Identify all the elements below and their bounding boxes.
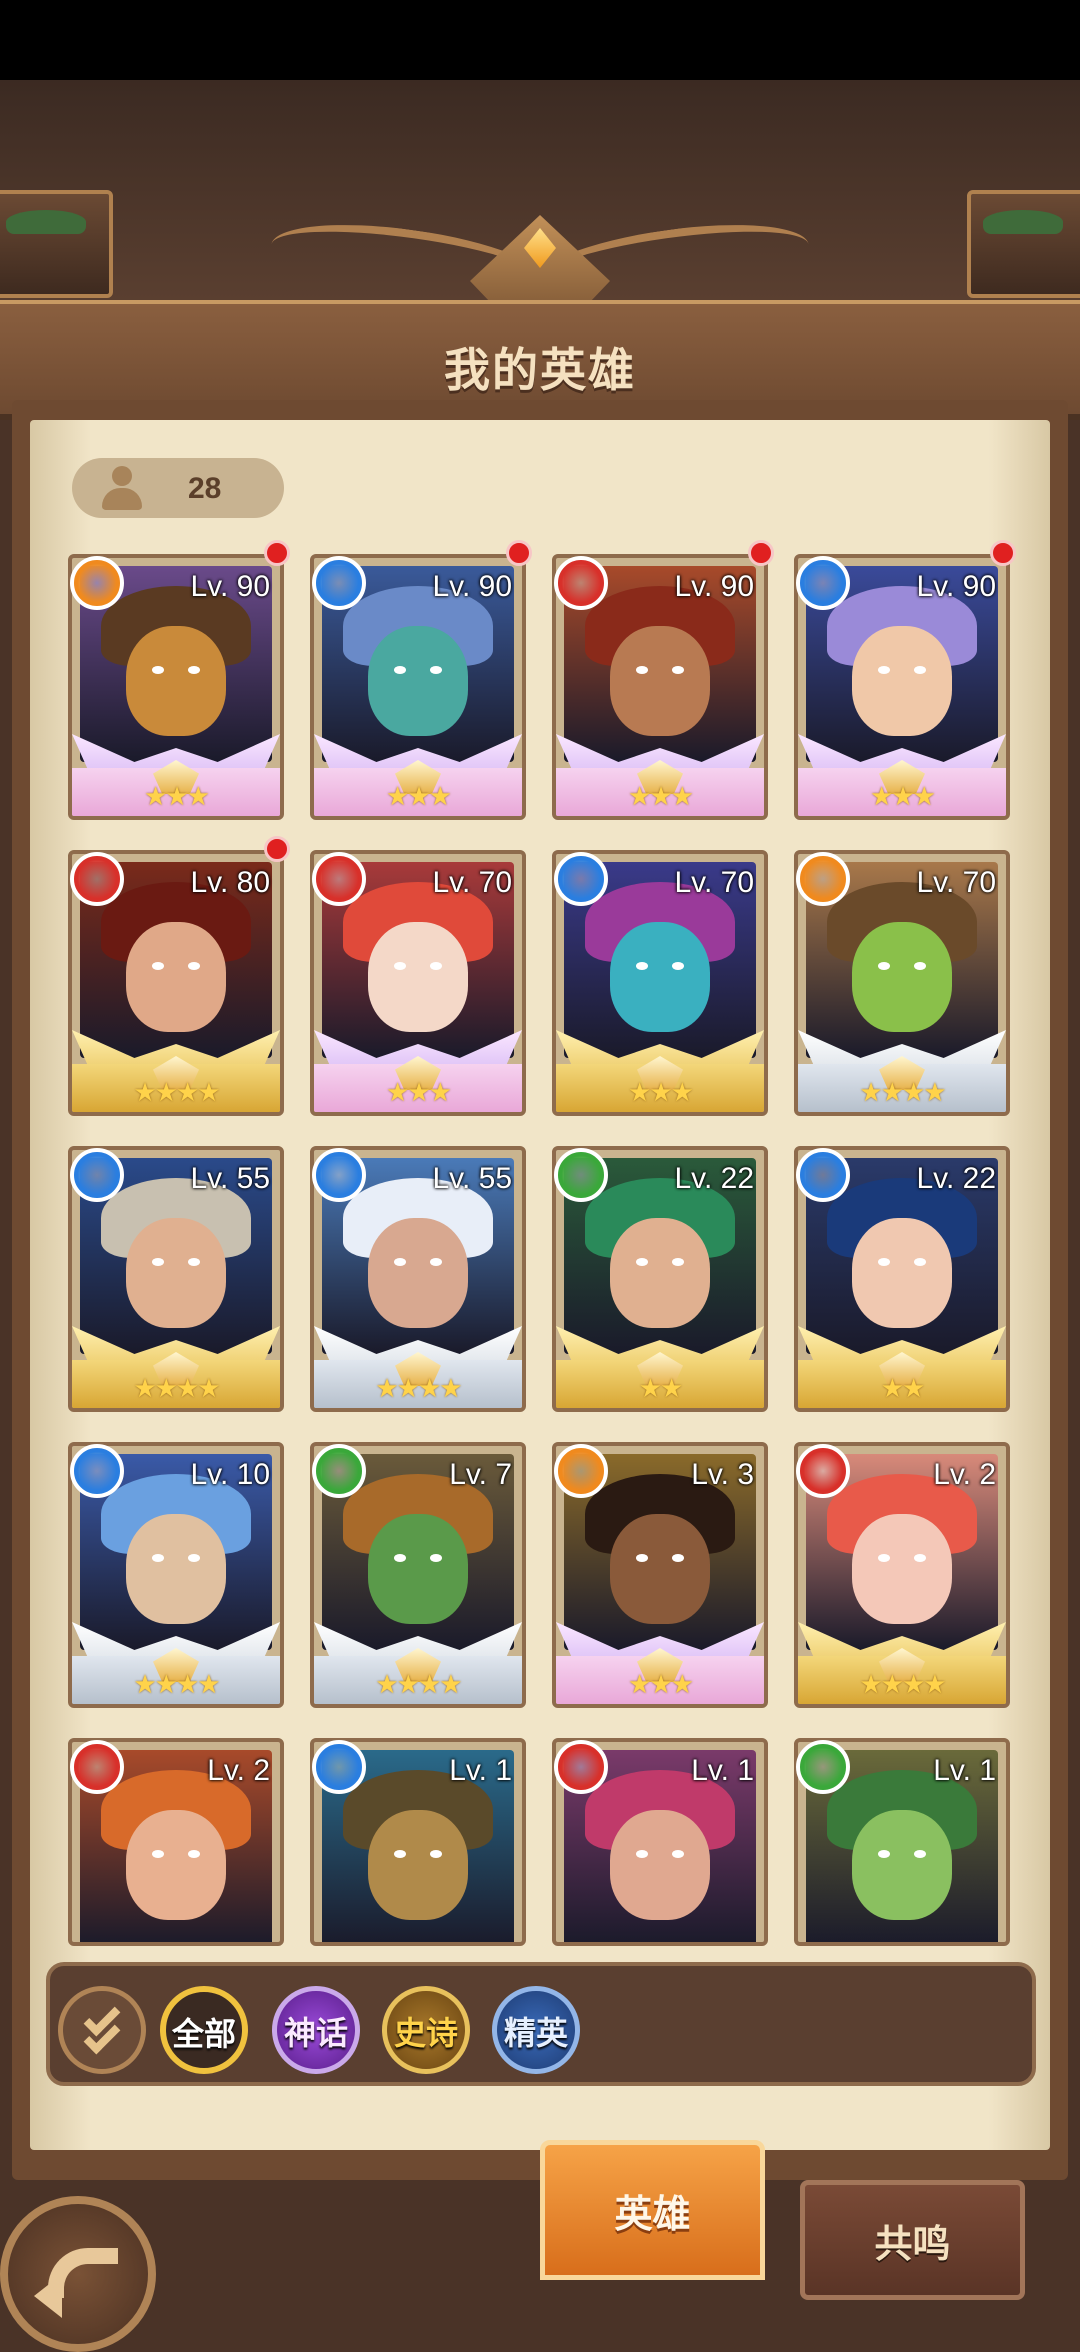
hero-stars: ★★★ [628,781,694,811]
element-icon [70,852,124,906]
hero-level: Lv. 70 [674,866,755,899]
filter-elite-button[interactable]: 精英 [492,1986,580,2074]
notification-dot [264,540,290,566]
hero-level: Lv. 90 [190,570,271,603]
element-icon [554,1148,608,1202]
hero-stars: ★★★★ [859,1077,946,1107]
hero-stars: ★★★ [386,1077,452,1107]
element-icon [70,556,124,610]
hero-stars: ★★★ [144,781,210,811]
filter-all-button[interactable]: 全部 [160,1986,248,2074]
hero-level: Lv. 70 [916,866,997,899]
element-icon [70,1740,124,1794]
element-icon [554,852,608,906]
notification-dot [748,540,774,566]
hero-stars: ★★★★ [375,1373,462,1403]
notification-dot [990,540,1016,566]
element-icon [312,1444,366,1498]
hero-level: Lv. 70 [432,866,513,899]
hero-level: Lv. 3 [691,1458,754,1491]
element-icon [312,852,366,906]
element-icon [70,1444,124,1498]
collapse-button[interactable] [58,1986,146,2074]
tab-resonance[interactable]: 共鸣 [800,2180,1025,2300]
hero-stars: ★★★★ [133,1077,220,1107]
filter-mythic-button[interactable]: 神话 [272,1986,360,2074]
hero-level: Lv. 1 [933,1754,996,1787]
hero-stars: ★★★ [386,781,452,811]
hero-level: Lv. 22 [916,1162,997,1195]
hero-level: Lv. 7 [449,1458,512,1491]
hero-level: Lv. 55 [432,1162,513,1195]
hero-stars: ★★★★ [859,1669,946,1699]
hero-level: Lv. 55 [190,1162,271,1195]
filter-epic-button[interactable]: 史诗 [382,1986,470,2074]
hero-stars: ★★★ [628,1077,694,1107]
notification-dot [264,836,290,862]
element-icon [70,1148,124,1202]
tab-heroes[interactable]: 英雄 [540,2140,765,2280]
back-arrow-head-icon [34,2274,62,2318]
hero-stars: ★★★★ [375,1669,462,1699]
element-icon [312,1740,366,1794]
element-icon [312,556,366,610]
hero-stars: ★★★★ [133,1669,220,1699]
hero-level: Lv. 1 [449,1754,512,1787]
hero-stars: ★★★ [628,1669,694,1699]
hero-level: Lv. 2 [207,1754,270,1787]
hero-level: Lv. 2 [933,1458,996,1491]
element-icon [796,852,850,906]
hero-level: Lv. 90 [432,570,513,603]
hero-level: Lv. 10 [190,1458,271,1491]
notification-dot [506,540,532,566]
element-icon [796,1444,850,1498]
hero-level: Lv. 1 [691,1754,754,1787]
hero-stars: ★★★★ [133,1373,220,1403]
element-icon [554,556,608,610]
element-icon [554,1740,608,1794]
element-icon [796,1148,850,1202]
hero-stars: ★★ [880,1373,926,1403]
element-icon [554,1444,608,1498]
hero-level: Lv. 80 [190,866,271,899]
back-button[interactable] [0,2196,156,2352]
hero-stars: ★★★ [870,781,936,811]
hero-stars: ★★ [638,1373,684,1403]
element-icon [312,1148,366,1202]
hero-level: Lv. 90 [916,570,997,603]
element-icon [796,1740,850,1794]
element-icon [796,556,850,610]
hero-level: Lv. 22 [674,1162,755,1195]
hero-level: Lv. 90 [674,570,755,603]
